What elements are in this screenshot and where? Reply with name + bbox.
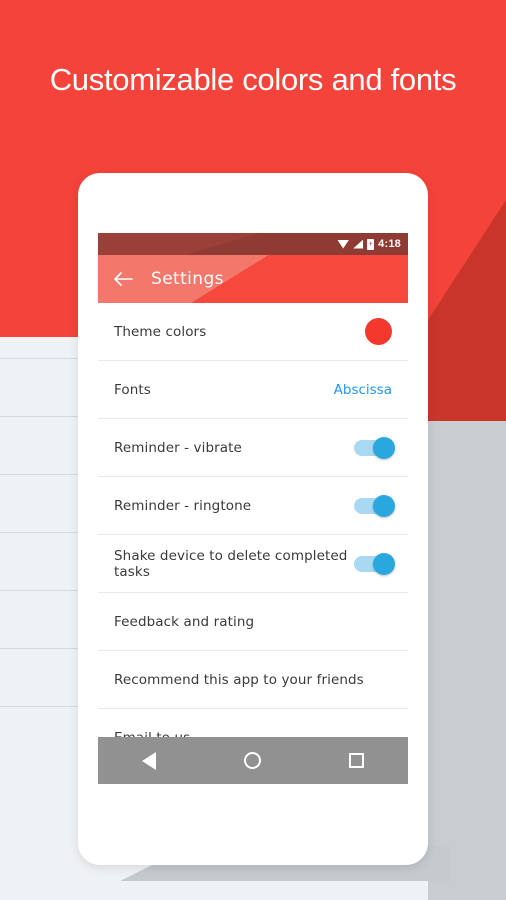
- settings-row-reminder-ringtone[interactable]: Reminder - ringtone: [98, 477, 408, 535]
- android-navigation-bar[interactable]: [98, 737, 408, 784]
- settings-row-label: Reminder - vibrate: [114, 439, 242, 456]
- settings-row-label: Recommend this app to your friends: [114, 671, 364, 688]
- app-toolbar: Settings: [98, 255, 408, 303]
- page-title: Customizable colors and fonts: [49, 62, 457, 97]
- nav-home-icon[interactable]: [244, 752, 261, 769]
- nav-recents-icon[interactable]: [349, 753, 364, 768]
- settings-list[interactable]: Theme colors Fonts Abscissa Reminder - v…: [98, 303, 408, 767]
- settings-row-theme-colors[interactable]: Theme colors: [98, 303, 408, 361]
- nav-back-icon[interactable]: [142, 751, 156, 770]
- settings-row-label: Fonts: [114, 381, 151, 398]
- settings-row-shake-device[interactable]: Shake device to delete completed tasks: [98, 535, 408, 593]
- phone-gray-shadow: [428, 421, 506, 900]
- wifi-icon: [337, 239, 350, 249]
- settings-row-label: Shake device to delete completed tasks: [114, 547, 348, 580]
- status-bar: 4:18: [98, 233, 408, 255]
- settings-row-reminder-vibrate[interactable]: Reminder - vibrate: [98, 419, 408, 477]
- battery-charging-icon: [367, 238, 375, 250]
- toolbar-title: Settings: [151, 269, 224, 289]
- settings-row-label: Theme colors: [114, 323, 207, 340]
- settings-row-fonts[interactable]: Fonts Abscissa: [98, 361, 408, 419]
- settings-row-feedback[interactable]: Feedback and rating: [98, 593, 408, 651]
- font-value: Abscissa: [333, 381, 392, 398]
- toggle-reminder-ringtone[interactable]: [354, 494, 395, 517]
- status-bar-time: 4:18: [378, 238, 401, 250]
- theme-color-swatch[interactable]: [365, 318, 392, 345]
- settings-row-recommend[interactable]: Recommend this app to your friends: [98, 651, 408, 709]
- settings-row-label: Feedback and rating: [114, 613, 255, 630]
- settings-row-label: Reminder - ringtone: [114, 497, 252, 514]
- toggle-reminder-vibrate[interactable]: [354, 436, 395, 459]
- promo-screenshot: Customizable colors and fonts 4:18 Setti…: [0, 0, 506, 900]
- signal-icon: [353, 239, 364, 249]
- toggle-shake-device[interactable]: [354, 552, 395, 575]
- phone-screen: 4:18 Settings Theme colors Fonts Absciss…: [98, 233, 408, 784]
- arrow-left-icon[interactable]: [113, 269, 133, 289]
